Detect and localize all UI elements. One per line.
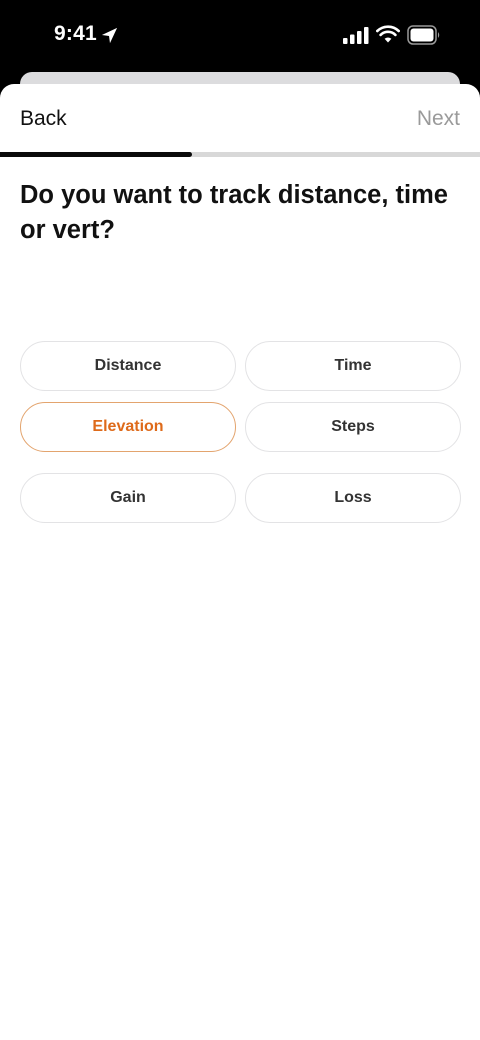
option-elevation-button[interactable]: Elevation [20, 402, 236, 452]
option-time-button[interactable]: Time [245, 341, 461, 391]
battery-icon [407, 25, 440, 45]
option-label: Loss [334, 489, 372, 506]
status-bar: 9:41 [0, 0, 480, 72]
option-label: Steps [331, 418, 375, 435]
progress-bar [0, 152, 480, 157]
cellular-signal-icon [343, 27, 369, 44]
back-button[interactable]: Back [20, 107, 67, 131]
option-label: Time [334, 357, 372, 374]
progress-bar-fill [0, 152, 192, 157]
onboarding-sheet: Back Next Do you want to track distance,… [0, 84, 480, 1040]
status-time: 9:41 [54, 22, 97, 45]
question-heading: Do you want to track distance, time or v… [20, 181, 448, 244]
option-distance-button[interactable]: Distance [20, 341, 236, 391]
wifi-icon [376, 25, 400, 43]
option-label: Elevation [92, 418, 164, 435]
location-arrow-icon [101, 27, 118, 44]
option-label: Distance [94, 357, 162, 374]
option-steps-button[interactable]: Steps [245, 402, 461, 452]
next-button[interactable]: Next [417, 107, 460, 131]
option-loss-button[interactable]: Loss [245, 473, 461, 523]
option-label: Gain [110, 489, 146, 506]
option-gain-button[interactable]: Gain [20, 473, 236, 523]
